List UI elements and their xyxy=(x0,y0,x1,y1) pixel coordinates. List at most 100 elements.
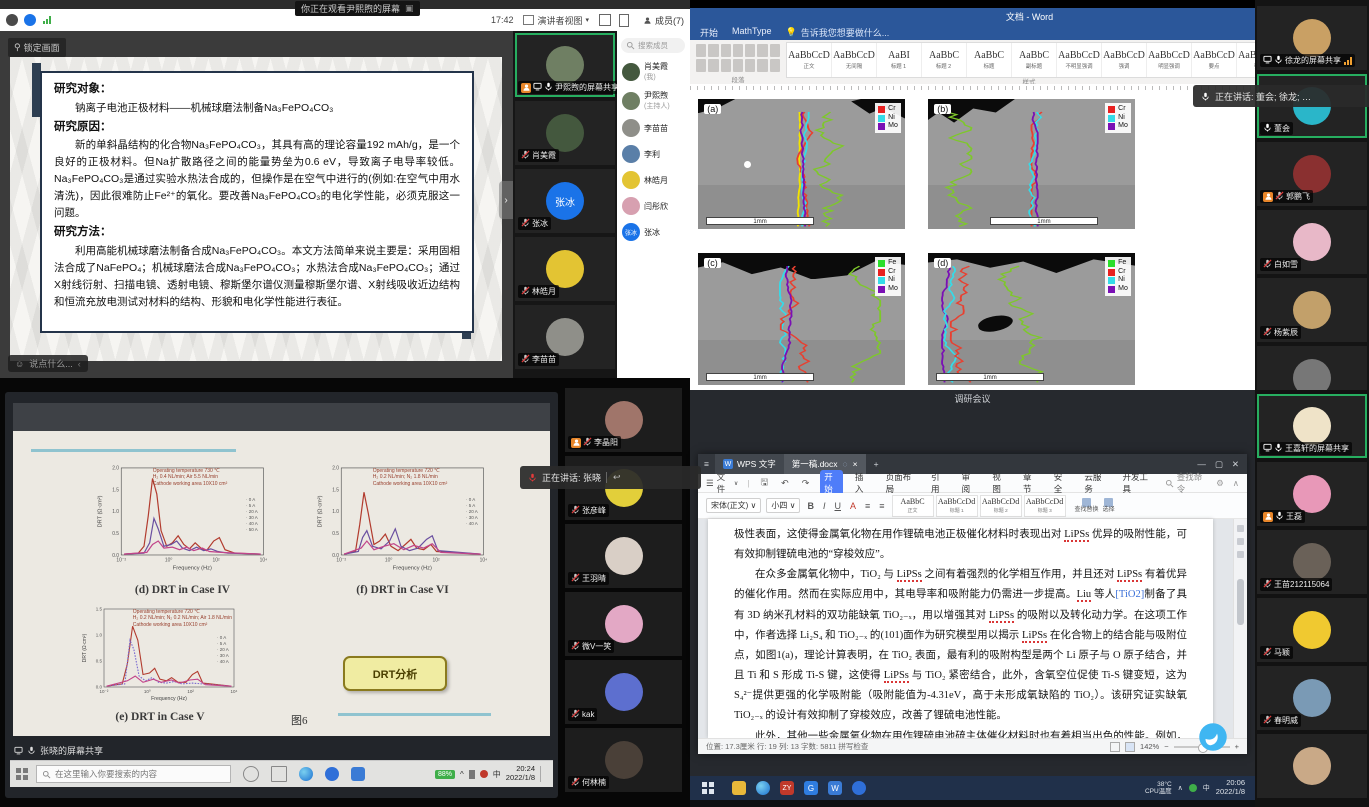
member-row[interactable]: 闫彤欣 xyxy=(617,193,690,219)
phone-app-icon[interactable] xyxy=(325,767,339,781)
member-row[interactable]: 李苗苗 xyxy=(617,115,690,141)
maximize-button[interactable]: ▢ xyxy=(1215,459,1223,470)
participant-tile[interactable]: 李晶阳 xyxy=(565,388,682,452)
ime-indicator[interactable]: 中 xyxy=(493,769,501,780)
tray-expand-icon[interactable]: ∧ xyxy=(1178,784,1183,792)
close-doc-icon[interactable]: × xyxy=(853,459,858,469)
font-name-select[interactable]: 宋体(正文) ∨ xyxy=(706,498,761,513)
participant-tile[interactable]: 李苗苗 xyxy=(515,305,615,369)
wps-style-card[interactable]: AaBbCcDd 标题 2 xyxy=(980,495,1022,517)
participant-tile[interactable]: 王嘉轩的屏幕共享 xyxy=(1257,394,1367,458)
notification-corner[interactable] xyxy=(540,766,547,782)
file-menu[interactable]: ☰文件∨ xyxy=(706,471,738,495)
task-view-icon[interactable] xyxy=(271,766,287,782)
member-row[interactable]: 林皓月 xyxy=(617,167,690,193)
meeting-app-icon[interactable] xyxy=(852,781,866,795)
taskbar-clock[interactable]: 20:062022/1/8 xyxy=(1216,779,1245,796)
scrollbar-thumb[interactable] xyxy=(1237,579,1244,625)
style-card[interactable]: AaBbCcD 要点 xyxy=(1192,43,1237,77)
emoji-icon[interactable]: ☺ xyxy=(15,359,24,369)
participant-tile[interactable]: 徐龙的屏幕共享 xyxy=(1257,6,1367,70)
minimize-button[interactable]: — xyxy=(1197,459,1206,470)
font-color-button[interactable]: A xyxy=(848,501,858,511)
style-card[interactable]: AaBbCcD 无间隔 xyxy=(832,43,877,77)
zoom-out-button[interactable]: − xyxy=(1164,742,1168,751)
participant-tile[interactable]: 林皓月 xyxy=(515,237,615,301)
chat-input[interactable]: ☺说点什么...‹ xyxy=(8,355,88,372)
wps-tool[interactable]: 选择 xyxy=(1103,498,1115,514)
tell-me-box[interactable]: 💡告诉我您想要做什么... xyxy=(786,26,890,39)
wps-tool[interactable]: 查找替换 xyxy=(1075,498,1099,514)
font-size-select[interactable]: 小四 ∨ xyxy=(766,498,800,513)
wps-style-card[interactable]: AaBbC 正文 xyxy=(892,495,934,517)
taskbar-clock[interactable]: 20:242022/1/8 xyxy=(506,765,535,782)
participant-tile[interactable]: 肖美霞 xyxy=(515,101,615,165)
participant-tile[interactable]: 王羽晴 xyxy=(565,524,682,588)
paragraph-group-icons[interactable] xyxy=(696,44,780,72)
wps-style-card[interactable]: AaBbCcDd 标题 3 xyxy=(1024,495,1066,517)
style-card[interactable]: AaBbCcD 明显强调 xyxy=(1147,43,1192,77)
ime-indicator[interactable]: 中 xyxy=(1203,783,1210,793)
participant-tile[interactable]: 马颖 xyxy=(1257,598,1367,662)
assistant-bird-icon[interactable] xyxy=(1198,722,1228,752)
participant-tile[interactable] xyxy=(1257,734,1367,798)
participant-tile[interactable]: 杨紫辰 xyxy=(1257,278,1367,342)
redo-icon[interactable]: ↷ xyxy=(800,478,812,489)
align-center-icon[interactable]: ≡ xyxy=(877,501,886,511)
view-mode-dropdown[interactable]: 演讲者视图▾ xyxy=(523,14,589,27)
page-view-icon[interactable] xyxy=(1110,742,1120,752)
align-left-icon[interactable]: ≡ xyxy=(863,501,872,511)
find-command-box[interactable]: 查找命令 xyxy=(1165,471,1207,495)
layout-icon[interactable] xyxy=(619,14,629,27)
ribbon-tab[interactable]: MathType xyxy=(732,26,772,39)
participant-tile[interactable]: 尹熙煦的屏幕共享 xyxy=(515,33,615,97)
participant-tile[interactable]: 春明威 xyxy=(1257,666,1367,730)
participant-tile[interactable] xyxy=(1257,346,1367,390)
style-card[interactable]: AaBbCcD 强调 xyxy=(1102,43,1147,77)
pin-view-button[interactable]: ⚲锁定画面 xyxy=(8,38,66,57)
wps-style-card[interactable]: AaBbCcDd 标题 1 xyxy=(936,495,978,517)
g-app-icon[interactable]: G xyxy=(804,781,818,795)
meeting-app-icon[interactable] xyxy=(351,767,365,781)
collapse-panel-handle[interactable]: › xyxy=(499,181,513,219)
ribbon-settings-icon[interactable]: ⚙ xyxy=(1216,478,1224,489)
taskbar-search-input[interactable]: 在这里输入你要搜索的内容 xyxy=(36,765,231,783)
start-button[interactable] xyxy=(702,782,714,794)
style-card[interactable]: AaBbCcD 不明显强调 xyxy=(1057,43,1102,77)
close-button[interactable]: ✕ xyxy=(1232,459,1239,470)
participant-tile[interactable]: 郭鹏飞 xyxy=(1257,142,1367,206)
reply-arrow-icon[interactable]: ↩ xyxy=(606,472,621,483)
read-view-icon[interactable] xyxy=(1125,742,1135,752)
member-row[interactable]: 尹熙煦 (主持人) xyxy=(617,86,690,115)
participant-tile[interactable]: kak xyxy=(565,660,682,724)
zy-app-icon[interactable]: ZY xyxy=(780,781,794,795)
style-card[interactable]: AaBI 标题 1 xyxy=(877,43,922,77)
edge-icon[interactable] xyxy=(756,781,770,795)
edge-icon[interactable] xyxy=(299,767,313,781)
word-document-canvas[interactable]: (a) Cr Ni Mo 1mm (b) Cr Ni Mo 1mm (c) Fe… xyxy=(690,93,1255,390)
toast-popout-icon[interactable]: ▣ xyxy=(405,3,414,14)
ribbon-tab[interactable]: 开始 xyxy=(700,26,718,39)
undo-icon[interactable]: ↶ xyxy=(779,478,791,489)
participant-tile[interactable]: 王磊 xyxy=(1257,462,1367,526)
style-card[interactable]: AaBbCcD 正文 xyxy=(787,43,832,77)
participant-tile[interactable]: 微V一笑 xyxy=(565,592,682,656)
fullscreen-icon[interactable] xyxy=(599,14,611,26)
file-explorer-icon[interactable] xyxy=(732,781,746,795)
member-row[interactable]: 肖美霞 (我) xyxy=(617,57,690,86)
pin-doc-icon[interactable]: ◌ xyxy=(843,459,848,469)
style-card[interactable]: AaBbC 标题 2 xyxy=(922,43,967,77)
info-icon[interactable] xyxy=(6,14,18,26)
style-card[interactable]: AaBbC 标题 xyxy=(967,43,1012,77)
document-page[interactable]: 极性表面，这使得金属氧化物在用作锂硫电池正极催化材料时表现出对 LiPSs 优异… xyxy=(708,519,1213,738)
member-row[interactable]: 李利 xyxy=(617,141,690,167)
bold-button[interactable]: B xyxy=(805,501,816,511)
save-icon[interactable]: 🖫 xyxy=(758,475,770,491)
participant-tile[interactable]: 张冰 张冰 xyxy=(515,169,615,233)
start-button[interactable] xyxy=(16,768,28,780)
member-search-input[interactable]: 搜索成员 xyxy=(621,38,685,53)
participant-tile[interactable]: 白如雪 xyxy=(1257,210,1367,274)
member-row[interactable]: 张冰 张冰 xyxy=(617,219,690,245)
participant-tile[interactable]: 王苗212115064 xyxy=(1257,530,1367,594)
new-tab-button[interactable]: + xyxy=(866,459,887,469)
